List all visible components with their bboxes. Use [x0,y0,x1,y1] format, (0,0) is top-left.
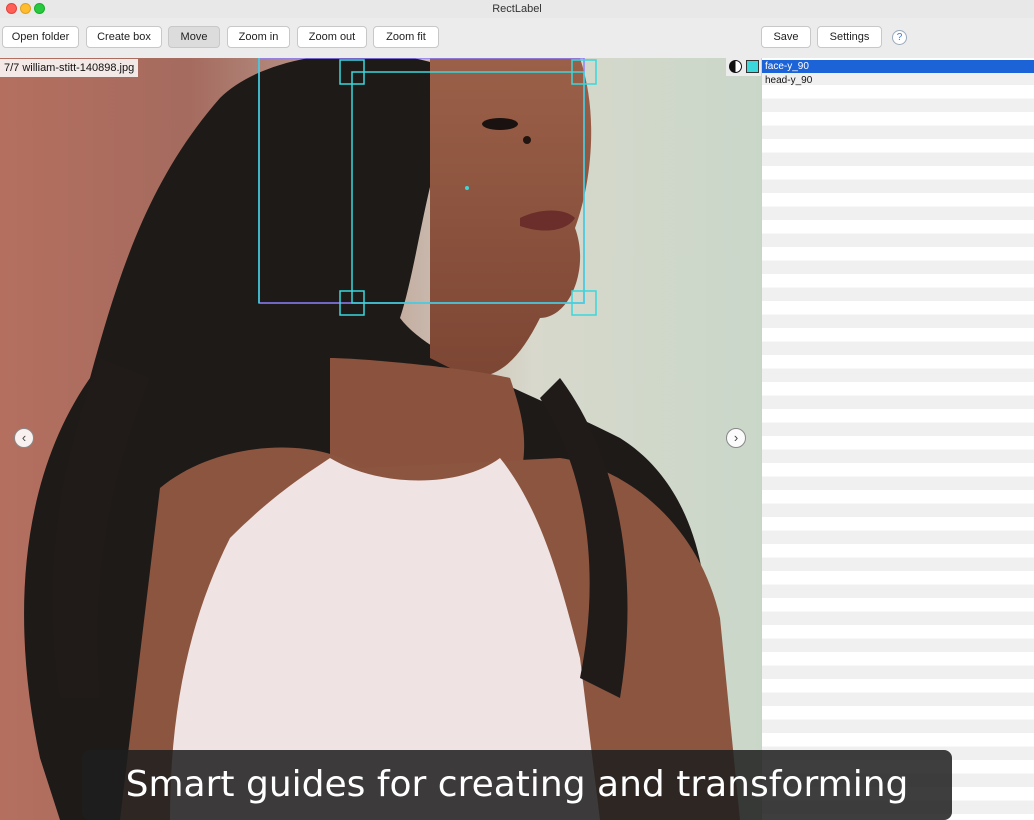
create-box-button[interactable]: Create box [86,26,162,48]
photo [0,58,761,820]
label-list: face-y_90 head-y_90 [762,58,1034,820]
minimize-window-button[interactable] [20,3,31,14]
label-list-panel: face-y_90 head-y_90 [761,58,1034,820]
label-item-head[interactable]: head-y_90 [762,74,1034,87]
zoom-out-button[interactable]: Zoom out [297,26,367,48]
canvas-mini-tools [726,58,762,76]
open-folder-button[interactable]: Open folder [2,26,79,48]
box-color-swatch[interactable] [746,60,759,73]
box-center-point [465,186,469,190]
image-canvas[interactable]: 7/7 william-stitt-140898.jpg ‹ › [0,58,761,820]
move-button[interactable]: Move [168,26,220,48]
label-item-face[interactable]: face-y_90 [762,60,1034,73]
help-icon[interactable]: ? [892,30,907,45]
toolbar: Open folder Create box Move Zoom in Zoom… [0,18,1034,58]
previous-image-button[interactable]: ‹ [14,428,34,448]
close-window-button[interactable] [6,3,17,14]
save-button[interactable]: Save [761,26,811,48]
caption-banner: Smart guides for creating and transformi… [82,750,952,820]
settings-button[interactable]: Settings [817,26,882,48]
window-title: RectLabel [492,3,542,15]
app-window: RectLabel Open folder Create box Move Zo… [0,0,1034,820]
zoom-fit-button[interactable]: Zoom fit [373,26,439,48]
zoom-in-button[interactable]: Zoom in [227,26,290,48]
image-filename: 7/7 william-stitt-140898.jpg [0,59,139,77]
contrast-icon[interactable] [729,60,742,73]
maximize-window-button[interactable] [34,3,45,14]
next-image-button[interactable]: › [726,428,746,448]
title-bar: RectLabel [0,0,1034,18]
